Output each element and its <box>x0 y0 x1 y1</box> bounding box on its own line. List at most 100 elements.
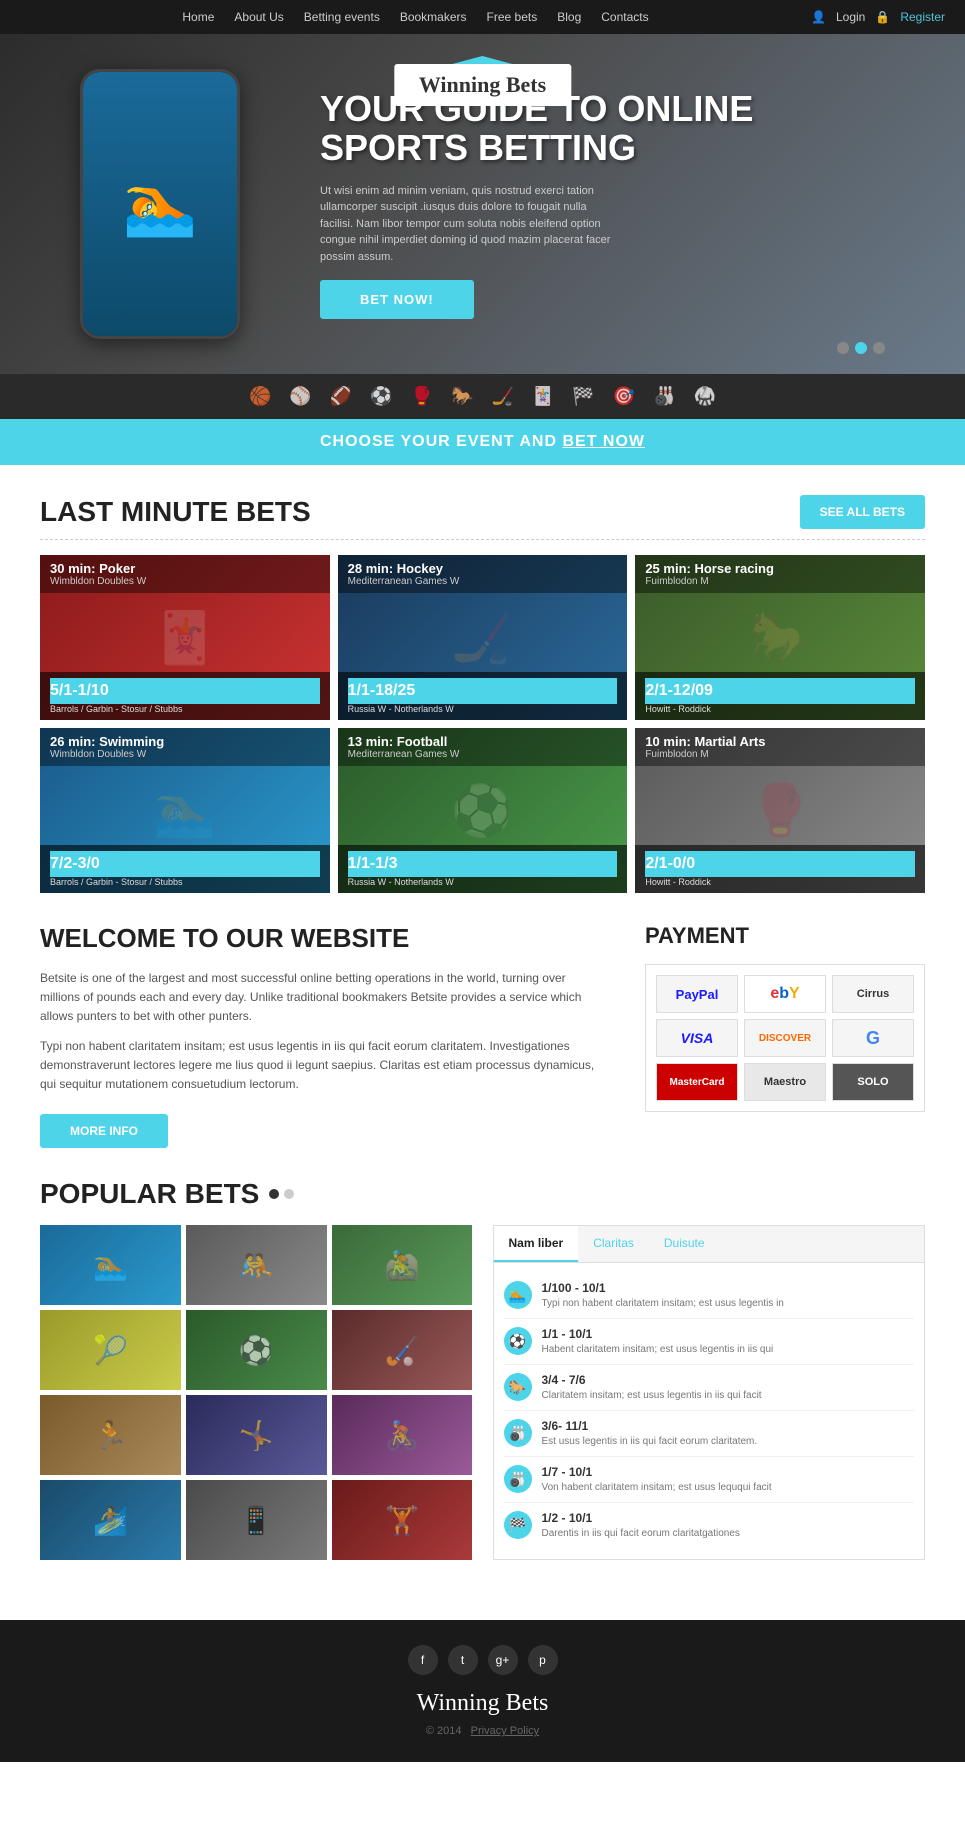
nav-free-bets[interactable]: Free bets <box>487 10 538 24</box>
bet-time: 30 min: Poker <box>50 561 320 576</box>
bet-top-info: 26 min: Swimming Wimbldon Doubles W <box>40 728 330 766</box>
pop-img-phone[interactable]: 📱 <box>186 1480 327 1560</box>
horse-icon[interactable]: 🐎 <box>451 386 473 407</box>
hero-dot-2[interactable] <box>855 342 867 354</box>
bet-card-horse[interactable]: 🐎 25 min: Horse racing Fuimblodon M 2/1-… <box>635 555 925 720</box>
nav-blog[interactable]: Blog <box>557 10 581 24</box>
pop-img-fight[interactable]: 🤼 <box>186 1225 327 1305</box>
popular-dot-1[interactable] <box>269 1189 279 1199</box>
bet-card-poker[interactable]: 🃏 30 min: Poker Wimbldon Doubles W 5/1-1… <box>40 555 330 720</box>
tab-odds-1: 1/100 - 10/1 <box>542 1281 784 1295</box>
bowling-icon[interactable]: 🎳 <box>653 386 675 407</box>
tab-duisute[interactable]: Duisute <box>649 1226 720 1262</box>
phone-screen: 🏊 <box>83 72 237 336</box>
more-info-button[interactable]: MORE INFO <box>40 1114 168 1148</box>
pop-img-swim[interactable]: 🏊 <box>40 1225 181 1305</box>
pop-img-red[interactable]: 🏋️ <box>332 1480 473 1560</box>
see-all-bets-button[interactable]: SEE ALL BETS <box>800 495 925 529</box>
hero-dot-1[interactable] <box>837 342 849 354</box>
tabs-section: Nam liber Claritas Duisute 🏊 1/100 - 10/… <box>493 1225 926 1560</box>
bets-grid: 🃏 30 min: Poker Wimbldon Doubles W 5/1-1… <box>40 555 925 893</box>
bet-card-martial[interactable]: 🥊 10 min: Martial Arts Fuimblodon M 2/1-… <box>635 728 925 893</box>
cycling-icon: 🚴 <box>332 1395 473 1475</box>
boxing-icon[interactable]: 🥊 <box>411 386 433 407</box>
tab-item-info-3: 3/4 - 7/6 Claritatem insitam; est usus l… <box>542 1373 762 1402</box>
tab-item-6: 🏁 1/2 - 10/1 Darentis in iis qui facit e… <box>504 1503 915 1548</box>
basketball-icon[interactable]: 🏀 <box>249 386 271 407</box>
tennis-icon: 🎾 <box>40 1310 181 1390</box>
pop-img-cycling[interactable]: 🚴 <box>332 1395 473 1475</box>
pop-img-bike[interactable]: 🚵 <box>332 1225 473 1305</box>
bet-now-button[interactable]: BET NOW! <box>320 280 474 319</box>
googleplus-link[interactable]: g+ <box>488 1645 518 1675</box>
hero-phone: 🏊 <box>80 69 280 339</box>
tab-bowling2-icon: 🎳 <box>504 1465 532 1493</box>
bet-odds: 5/1-1/10 <box>50 678 320 704</box>
payment-section: PAYMENT PayPal ebY Cirrus VISA DISCOVER … <box>645 923 925 1148</box>
bet-odds: 7/2-3/0 <box>50 851 320 877</box>
cirrus-payment: Cirrus <box>832 975 914 1013</box>
bet-players: Howitt - Roddick <box>645 877 915 887</box>
hero-dot-3[interactable] <box>873 342 885 354</box>
paypal-payment: PayPal <box>656 975 738 1013</box>
bet-card-hockey[interactable]: 🏒 28 min: Hockey Mediterranean Games W 1… <box>338 555 628 720</box>
dart-icon[interactable]: 🎯 <box>613 386 635 407</box>
bet-time: 10 min: Martial Arts <box>645 734 915 749</box>
pop-img-field[interactable]: 🏑 <box>332 1310 473 1390</box>
pop-img-athlete[interactable]: 🤸 <box>186 1395 327 1475</box>
discover-payment: DISCOVER <box>744 1019 826 1057</box>
privacy-policy-link[interactable]: Privacy Policy <box>471 1725 539 1737</box>
tab-desc-6: Darentis in iis qui facit eorum claritat… <box>542 1527 740 1540</box>
baseball-icon[interactable]: ⚾ <box>289 386 311 407</box>
tab-odds-5: 1/7 - 10/1 <box>542 1465 772 1479</box>
last-minute-title: LAST MINUTE BETS <box>40 496 311 528</box>
popular-header: POPULAR BETS <box>40 1178 925 1210</box>
twitter-link[interactable]: t <box>448 1645 478 1675</box>
hockey-icon[interactable]: 🏒 <box>492 386 514 407</box>
welcome-section: WELCOME TO OUR WEBSITE Betsite is one of… <box>40 923 605 1148</box>
user-icon: 👤 <box>811 10 826 24</box>
facebook-link[interactable]: f <box>408 1645 438 1675</box>
ebay-payment: ebY <box>744 975 826 1013</box>
nav-contacts[interactable]: Contacts <box>601 10 648 24</box>
tab-claritas[interactable]: Claritas <box>578 1226 649 1262</box>
copyright-text: © 2014 <box>426 1725 462 1737</box>
flag-icon[interactable]: 🏁 <box>572 386 594 407</box>
nav-about[interactable]: About Us <box>234 10 283 24</box>
pop-img-run[interactable]: 🏃 <box>40 1395 181 1475</box>
register-link[interactable]: Register <box>900 10 945 24</box>
nav-betting[interactable]: Betting events <box>304 10 380 24</box>
bike-icon: 🚵 <box>332 1225 473 1305</box>
karate-icon[interactable]: 🥋 <box>694 386 716 407</box>
bet-card-football[interactable]: ⚽ 13 min: Football Mediterranean Games W… <box>338 728 628 893</box>
pop-img-soccer[interactable]: ⚽ <box>186 1310 327 1390</box>
soccer-icon[interactable]: ⚽ <box>370 386 392 407</box>
nav-home[interactable]: Home <box>182 10 214 24</box>
bet-players: Barrols / Garbin - Stosur / Stubbs <box>50 704 320 714</box>
pinterest-link[interactable]: p <box>528 1645 558 1675</box>
tab-bowling-icon: 🎳 <box>504 1419 532 1447</box>
tab-item-info-2: 1/1 - 10/1 Habent claritatem insitam; es… <box>542 1327 774 1356</box>
maestro-payment: Maestro <box>744 1063 826 1101</box>
bet-time: 28 min: Hockey <box>348 561 618 576</box>
auth-links: 👤 Login 🔒 Register <box>811 10 945 24</box>
cards-icon[interactable]: 🃏 <box>532 386 554 407</box>
bet-players: Barrols / Garbin - Stosur / Stubbs <box>50 877 320 887</box>
pop-img-tennis[interactable]: 🎾 <box>40 1310 181 1390</box>
popular-dot-2[interactable] <box>284 1189 294 1199</box>
main-content: LAST MINUTE BETS SEE ALL BETS 🃏 30 min: … <box>0 465 965 1620</box>
tab-nam-liber[interactable]: Nam liber <box>494 1226 579 1262</box>
logo-area: Winning Bets <box>394 64 571 106</box>
payment-methods-grid: PayPal ebY Cirrus VISA DISCOVER G Master… <box>645 964 925 1112</box>
bet-subtitle: Fuimblodon M <box>645 576 915 587</box>
login-link[interactable]: Login <box>836 10 865 24</box>
bet-top-info: 25 min: Horse racing Fuimblodon M <box>635 555 925 593</box>
pop-img-water[interactable]: 🏄 <box>40 1480 181 1560</box>
bet-bottom-info: 1/1-18/25 Russia W - Notherlands W <box>338 672 628 720</box>
nav-bookmakers[interactable]: Bookmakers <box>400 10 467 24</box>
popular-bets-section: POPULAR BETS 🏊 🤼 🚵 🎾 ⚽ 🏑 🏃 🤸 🚴 🏄 📱 🏋️ <box>40 1178 925 1560</box>
bet-card-swimming[interactable]: 🏊 26 min: Swimming Wimbldon Doubles W 7/… <box>40 728 330 893</box>
football-icon[interactable]: 🏈 <box>330 386 352 407</box>
choose-event-bar[interactable]: CHOOSE YOUR EVENT AND BET NOW <box>0 419 965 465</box>
hero-description: Ut wisi enim ad minim veniam, quis nostr… <box>320 183 620 266</box>
